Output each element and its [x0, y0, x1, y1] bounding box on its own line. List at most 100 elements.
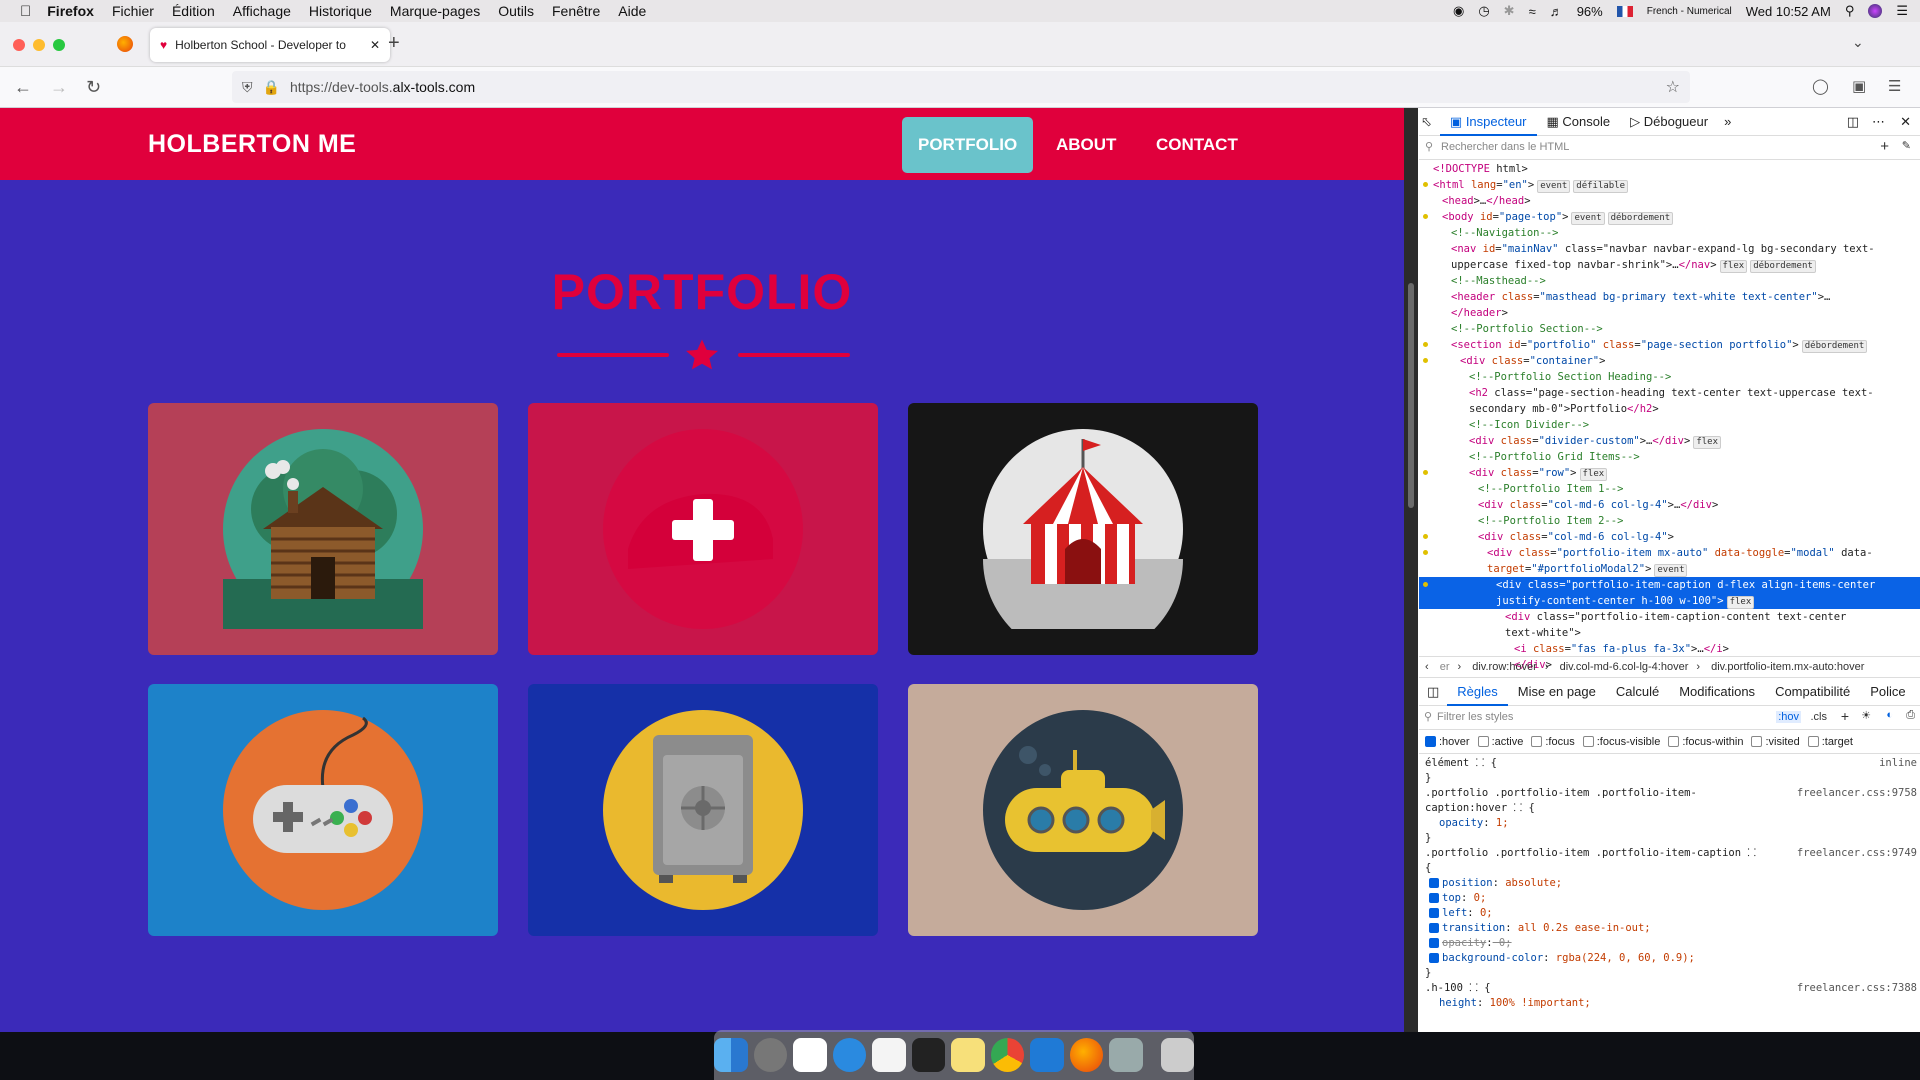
markup-scrollbar-thumb[interactable] [1408, 283, 1414, 508]
markup-node[interactable]: justify-content-center h-100 w-100"> flex [1419, 593, 1920, 609]
portfolio-item-cabin[interactable] [148, 403, 498, 655]
markup-badge[interactable]: débordement [1801, 340, 1868, 353]
css-selector[interactable]: .portfolio .portfolio-item .portfolio-it… [1425, 787, 1697, 799]
menubar-clock[interactable]: Wed 10:52 AM [1746, 4, 1831, 19]
pseudo-focus-visible[interactable]: :focus-visible [1582, 736, 1660, 748]
shield-icon[interactable]: ⛨ [242, 79, 253, 96]
markup-badge[interactable]: event [1571, 212, 1605, 225]
tab-rules[interactable]: Règles [1447, 678, 1508, 706]
markup-badge[interactable]: flex [1693, 436, 1721, 449]
lock-icon[interactable]: 🔒 [263, 79, 280, 96]
menu-historique[interactable]: Historique [309, 3, 372, 19]
css-property[interactable]: transition [1442, 922, 1505, 934]
reload-icon[interactable]: ↻ [86, 77, 101, 97]
tab-compatibility[interactable]: Compatibilité [1765, 678, 1860, 706]
markup-node[interactable]: <i class="fas fa-plus fa-3x">…</i> [1419, 641, 1920, 657]
flag-icon[interactable] [1616, 5, 1633, 17]
control-center-icon[interactable]: ☰ [1896, 3, 1908, 19]
creative-cloud-icon[interactable]: ◉ [1453, 3, 1464, 19]
menu-outils[interactable]: Outils [498, 3, 534, 19]
time-machine-icon[interactable]: ◷ [1478, 3, 1489, 19]
css-value[interactable]: all 0.2s ease-in-out; [1512, 922, 1651, 934]
bookmark-star-icon[interactable]: ☆ [1666, 77, 1680, 97]
property-checkbox[interactable] [1429, 938, 1439, 948]
css-property[interactable]: left [1442, 907, 1467, 919]
css-selector[interactable]: élément ⸬ { [1425, 757, 1497, 769]
markup-badge[interactable]: défilable [1573, 180, 1629, 193]
nav-contact[interactable]: CONTACT [1140, 117, 1254, 173]
keyboard-layout[interactable]: French - Numerical [1647, 6, 1732, 17]
markup-node[interactable]: <!--Masthead--> [1419, 273, 1920, 289]
notes-icon[interactable] [951, 1038, 985, 1072]
siri-icon[interactable] [1868, 4, 1883, 18]
cls-toggle[interactable]: .cls [1811, 711, 1828, 723]
terminal-icon[interactable] [911, 1038, 945, 1072]
markup-node[interactable]: text-white"> [1419, 625, 1920, 641]
forward-icon[interactable]: → [50, 77, 68, 97]
menu-edition[interactable]: Édition [172, 3, 215, 19]
tab-changes[interactable]: Modifications [1669, 678, 1765, 706]
pseudo-focus-within[interactable]: :focus-within [1668, 736, 1743, 748]
portfolio-item-submarine[interactable] [908, 684, 1258, 936]
menu-app-name[interactable]: Firefox [47, 3, 94, 19]
markup-node[interactable]: <section id="portfolio" class="page-sect… [1419, 337, 1920, 353]
css-selector[interactable]: .portfolio .portfolio-item .portfolio-it… [1425, 847, 1756, 859]
css-value[interactable]: absolute; [1499, 877, 1562, 889]
markup-node[interactable]: <!--Portfolio Grid Items--> [1419, 449, 1920, 465]
markup-node[interactable]: <div class="portfolio-item-caption d-fle… [1419, 577, 1920, 593]
breadcrumb-item[interactable]: er [1440, 661, 1450, 673]
breadcrumb-item[interactable]: div.row:hover [1472, 661, 1537, 673]
pseudo-hover[interactable]: :hover [1425, 736, 1470, 748]
safari-icon[interactable] [832, 1038, 866, 1072]
html-search-input[interactable]: ⚲ Rechercher dans le HTML + ✎ [1419, 136, 1920, 160]
more-tools-icon[interactable]: » [1718, 114, 1737, 129]
css-selector[interactable]: } [1425, 832, 1431, 844]
menu-affichage[interactable]: Affichage [233, 3, 291, 19]
breadcrumb-item[interactable]: div.col-md-6.col-lg-4:hover [1560, 661, 1689, 673]
tab-holberton[interactable]: ♥ Holberton School - Developer to ✕ [150, 28, 390, 62]
menu-fenetre[interactable]: Fenêtre [552, 3, 600, 19]
css-value[interactable]: 0; [1493, 937, 1512, 949]
minimize-window-button[interactable] [33, 39, 45, 51]
back-icon[interactable]: ← [14, 77, 32, 97]
url-bar[interactable]: ⛨ 🔒 https://dev-tools. alx-tools.com ☆ [232, 71, 1690, 103]
tab-fonts[interactable]: Police [1860, 678, 1905, 706]
filter-styles-input[interactable]: ⚲ Filtrer les styles :hov .cls + ☀ ◐ ⎙ [1419, 706, 1920, 730]
tab-inspector[interactable]: ▣ Inspecteur [1439, 108, 1537, 136]
markup-badge[interactable]: flex [1726, 596, 1755, 609]
css-selector[interactable]: { [1425, 862, 1431, 874]
markup-node[interactable]: <head>…</head> [1419, 193, 1920, 209]
spotlight-search-icon[interactable]: ⚲ [1845, 3, 1855, 19]
light-scheme-icon[interactable]: ☀ [1861, 709, 1871, 722]
css-source-link[interactable]: freelancer.css:9758 [1797, 786, 1917, 801]
css-value[interactable]: 0; [1474, 907, 1493, 919]
sidebar-toggle-icon[interactable]: ◫ [1419, 684, 1447, 700]
tab-computed[interactable]: Calculé [1606, 678, 1669, 706]
element-picker-icon[interactable]: ⬁ [1419, 114, 1440, 130]
css-selector[interactable]: .h-100 ⸬ { [1425, 982, 1491, 994]
nav-about[interactable]: ABOUT [1040, 117, 1132, 173]
dock-side-icon[interactable]: ◫ [1847, 114, 1859, 130]
css-source-link[interactable]: freelancer.css:7388 [1797, 981, 1917, 996]
markup-node[interactable]: <div class="container"> [1419, 353, 1920, 369]
css-value[interactable]: 1; [1490, 817, 1509, 829]
tab-close-icon[interactable]: ✕ [370, 38, 380, 52]
chrome-icon[interactable] [990, 1038, 1024, 1072]
firefox-view-icon[interactable] [117, 36, 133, 52]
breadcrumb-back-icon[interactable]: ‹ [1425, 661, 1429, 673]
css-selector[interactable]: caption:hover ⸬ { [1425, 802, 1535, 814]
tab-layout[interactable]: Mise en page [1508, 678, 1606, 706]
css-property[interactable]: opacity [1439, 817, 1483, 829]
markup-node[interactable]: <div class="divider-custom">…</div> flex [1419, 433, 1920, 449]
volume-icon[interactable]: ♬ [1550, 4, 1563, 19]
property-checkbox[interactable] [1429, 953, 1439, 963]
pseudo-target[interactable]: :target [1807, 736, 1853, 748]
markup-node[interactable]: <h2 class="page-section-heading text-cen… [1419, 385, 1920, 401]
markup-node[interactable]: <nav id="mainNav" class="navbar navbar-e… [1419, 241, 1920, 257]
portfolio-item-circus[interactable] [908, 403, 1258, 655]
site-brand[interactable]: HOLBERTON ME [148, 130, 356, 159]
property-checkbox[interactable] [1429, 908, 1439, 918]
devtools-splitter[interactable] [1404, 108, 1418, 1032]
markup-node[interactable]: <!--Icon Divider--> [1419, 417, 1920, 433]
property-checkbox[interactable] [1429, 893, 1439, 903]
